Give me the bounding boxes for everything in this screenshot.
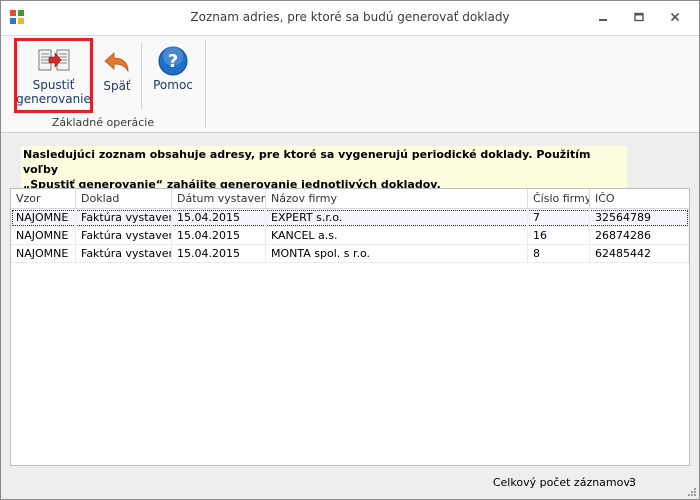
back-arrow-icon bbox=[104, 52, 129, 73]
run-generation-button[interactable]: Spustiť generovanie bbox=[14, 38, 93, 113]
help-label: Pomoc bbox=[153, 78, 193, 92]
record-count-value: 3 bbox=[629, 476, 636, 489]
close-button[interactable] bbox=[663, 8, 687, 26]
ribbon-group-label: Základné operácie bbox=[51, 116, 155, 129]
cell-vzor: NAJOMNE bbox=[11, 209, 76, 227]
title-bar: Zoznam adries, pre ktoré sa budú generov… bbox=[1, 1, 699, 36]
close-icon bbox=[670, 12, 680, 22]
info-line-1: Nasledujúci zoznam obsahuje adresy, pre … bbox=[23, 148, 591, 176]
column-header-doklad[interactable]: Doklad bbox=[76, 189, 172, 208]
table-row[interactable]: NAJOMNE Faktúra vystavená 15.04.2015 MON… bbox=[11, 245, 689, 263]
minimize-icon bbox=[599, 19, 607, 21]
ribbon-toolbar: Spustiť generovanie Späť ? Pomoc Základn… bbox=[1, 36, 699, 133]
maximize-button[interactable] bbox=[627, 8, 651, 26]
help-question-icon: ? bbox=[158, 46, 188, 76]
cell-vzor: NAJOMNE bbox=[11, 245, 76, 263]
run-label-line1: Spustiť bbox=[32, 78, 75, 92]
run-label-line2: generovanie bbox=[16, 92, 91, 106]
dialog-window: Zoznam adries, pre ktoré sa budú generov… bbox=[0, 0, 700, 500]
cell-vzor: NAJOMNE bbox=[11, 227, 76, 245]
cell-datum: 15.04.2015 bbox=[172, 209, 266, 227]
cell-cislo: 8 bbox=[528, 245, 590, 263]
svg-text:?: ? bbox=[168, 51, 178, 72]
ribbon-group-divider bbox=[205, 40, 206, 128]
cell-cislo: 16 bbox=[528, 227, 590, 245]
cell-nazov: MONTA spol. s r.o. bbox=[266, 245, 528, 263]
generate-documents-icon bbox=[38, 49, 69, 71]
back-button[interactable]: Späť bbox=[101, 39, 133, 111]
table-row[interactable]: NAJOMNE Faktúra vystavená 15.04.2015 EXP… bbox=[11, 209, 689, 227]
column-header-cislo[interactable]: Číslo firmy bbox=[528, 189, 590, 208]
column-header-vzor[interactable]: Vzor bbox=[11, 189, 76, 208]
help-button[interactable]: ? Pomoc bbox=[149, 39, 197, 111]
ribbon-separator bbox=[141, 42, 142, 110]
cell-doklad: Faktúra vystavená bbox=[76, 227, 172, 245]
grid-header: Vzor Doklad Dátum vystaveni Názov firmy … bbox=[11, 189, 689, 209]
cell-ico: 62485442 bbox=[590, 245, 689, 263]
cell-doklad: Faktúra vystavená bbox=[76, 209, 172, 227]
column-header-nazov[interactable]: Názov firmy bbox=[266, 189, 528, 208]
cell-datum: 15.04.2015 bbox=[172, 245, 266, 263]
back-label: Späť bbox=[103, 79, 131, 93]
cell-doklad: Faktúra vystavená bbox=[76, 245, 172, 263]
minimize-button[interactable] bbox=[591, 8, 615, 26]
cell-cislo: 7 bbox=[528, 209, 590, 227]
cell-datum: 15.04.2015 bbox=[172, 227, 266, 245]
column-header-ico[interactable]: IČO bbox=[590, 189, 689, 208]
table-row[interactable]: NAJOMNE Faktúra vystavená 15.04.2015 KAN… bbox=[11, 227, 689, 245]
cell-ico: 26874286 bbox=[590, 227, 689, 245]
info-message: Nasledujúci zoznam obsahuje adresy, pre … bbox=[21, 146, 627, 194]
status-bar: Celkový počet záznamov: 3 bbox=[1, 469, 699, 499]
resize-grip-icon[interactable] bbox=[687, 487, 697, 497]
cell-nazov: KANCEL a.s. bbox=[266, 227, 528, 245]
cell-ico: 32564789 bbox=[590, 209, 689, 227]
cell-nazov: EXPERT s.r.o. bbox=[266, 209, 528, 227]
maximize-icon bbox=[634, 12, 644, 22]
record-count-label: Celkový počet záznamov: bbox=[492, 476, 633, 489]
address-grid[interactable]: Vzor Doklad Dátum vystaveni Názov firmy … bbox=[10, 188, 690, 466]
column-header-datum[interactable]: Dátum vystaveni bbox=[172, 189, 266, 208]
